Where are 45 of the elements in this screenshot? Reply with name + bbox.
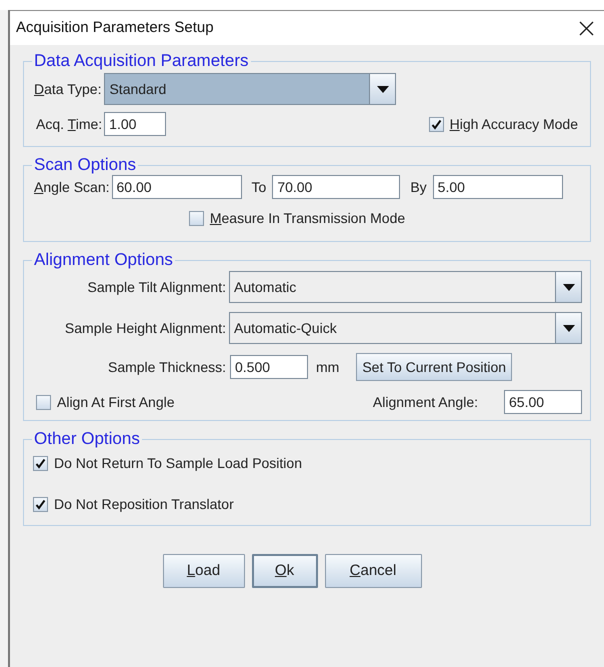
caret-icon [376, 86, 389, 92]
field-label: Sample Height Alignment: [64, 318, 226, 338]
dialog-button[interactable]: Ok [252, 554, 318, 588]
checkmark-icon [35, 499, 46, 510]
checkbox[interactable] [33, 497, 48, 512]
group-title: Alignment Options [33, 250, 174, 270]
dialog-button[interactable]: Load [162, 554, 244, 588]
field-label: Angle Scan: [34, 178, 110, 197]
field-label: Sample Thickness: [106, 358, 226, 377]
input-field[interactable]: 0.500 [230, 355, 308, 379]
input-field[interactable]: 5.00 [432, 175, 563, 199]
checkbox-label: Do Not Return To Sample Load Position [54, 454, 302, 473]
checkbox[interactable] [36, 394, 51, 410]
input-field[interactable]: 65.00 [504, 390, 582, 414]
field-label: Acq. Time: [36, 114, 102, 134]
window-title: Acquisition Parameters Setup [16, 18, 214, 38]
input-field[interactable]: 60.00 [112, 175, 242, 199]
group-title: Data Acquisition Parameters [33, 51, 250, 71]
field-label: By [410, 178, 427, 197]
field-label: Alignment Angle: [372, 392, 478, 412]
checkbox-label: Do Not Reposition Translator [54, 495, 234, 514]
checkmark-icon [430, 118, 442, 130]
caret-icon [562, 284, 574, 290]
group-title: Scan Options [33, 155, 138, 175]
caret-icon [562, 324, 574, 332]
group-title: Other Options [33, 429, 141, 449]
dropdown[interactable]: Standard [104, 73, 396, 105]
checkbox-label: Align At First Angle [57, 392, 175, 412]
checkbox[interactable] [33, 456, 48, 471]
input-field[interactable]: 70.00 [272, 175, 400, 199]
close-icon [578, 20, 594, 36]
field-label: Data Type: [34, 80, 102, 99]
unit-label: mm [316, 358, 340, 376]
field-label: To [252, 178, 266, 196]
set-position-button[interactable]: Set To Current Position [356, 353, 512, 381]
dialog-button[interactable]: Cancel [324, 554, 422, 588]
checkmark-icon [35, 458, 46, 469]
checkbox-label: High Accuracy Mode [450, 114, 578, 134]
input-field[interactable]: 1.00 [104, 112, 166, 136]
checkbox[interactable] [428, 116, 444, 132]
checkbox[interactable] [188, 211, 204, 226]
dropdown[interactable]: Automatic-Quick [229, 312, 582, 344]
dropdown[interactable]: Automatic [229, 271, 582, 303]
field-label: Sample Tilt Alignment: [86, 278, 226, 297]
checkbox-label: Measure In Transmission Mode [210, 209, 406, 228]
